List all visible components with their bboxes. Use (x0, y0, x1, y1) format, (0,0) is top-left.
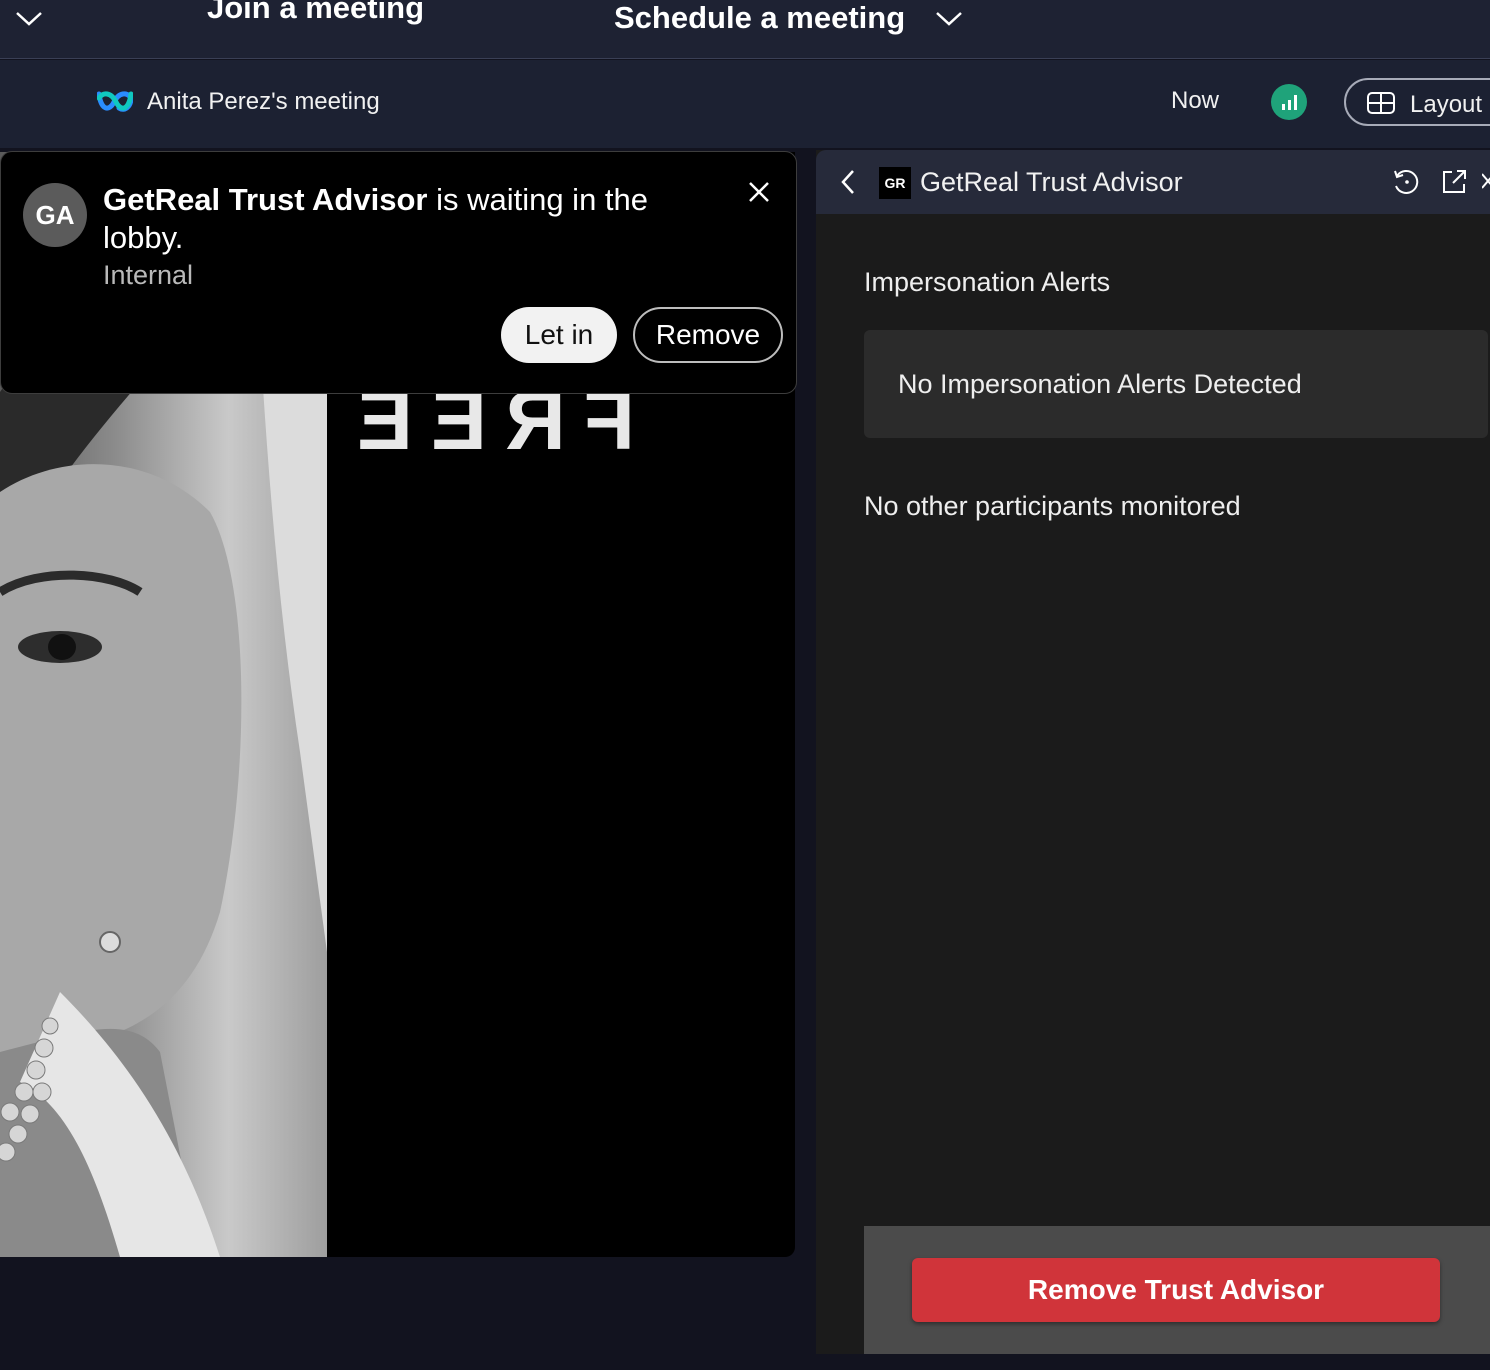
webex-logo-icon (97, 91, 133, 112)
lobby-participant-type: Internal (103, 260, 194, 290)
participants-status-text: No other participants monitored (864, 491, 1241, 521)
layout-grid-icon (1367, 92, 1395, 114)
meeting-title: Anita Perez's meeting (147, 88, 380, 115)
close-icon[interactable] (743, 176, 775, 208)
impersonation-alerts-heading: Impersonation Alerts (864, 267, 1111, 297)
lobby-notification: GA GetReal Trust Advisor is waiting in t… (0, 151, 797, 394)
remove-trust-advisor-button[interactable]: Remove Trust Advisor (912, 1258, 1440, 1322)
panel-header: GR GetReal Trust Advisor (816, 150, 1490, 214)
chevron-left-icon[interactable] (838, 167, 858, 197)
panel-footer: Remove Trust Advisor (864, 1226, 1490, 1354)
lobby-participant-name: GetReal Trust Advisor (103, 182, 428, 217)
meeting-header: Anita Perez's meeting Now Layout (0, 60, 1490, 148)
close-icon[interactable] (1482, 170, 1490, 194)
alerts-status-box: No Impersonation Alerts Detected (864, 330, 1488, 438)
trust-advisor-panel: GR GetReal Trust Advisor Impersonation A… (816, 150, 1490, 1354)
lobby-message: GetReal Trust Advisor is waiting in the … (103, 181, 723, 257)
popout-icon[interactable] (1439, 167, 1469, 197)
remove-button[interactable]: Remove (633, 307, 783, 363)
signal-strength-icon[interactable] (1271, 84, 1307, 120)
layout-button[interactable]: Layout (1344, 78, 1490, 126)
refresh-icon[interactable] (1391, 167, 1421, 197)
layout-label: Layout (1410, 91, 1483, 118)
let-in-button[interactable]: Let in (501, 307, 617, 363)
meeting-time-label: Now (1171, 87, 1220, 114)
top-strip: Join a meeting Schedule a meeting (0, 0, 1490, 59)
avatar: GA (23, 183, 87, 247)
chevron-down-icon[interactable] (934, 8, 964, 28)
panel-title: GetReal Trust Advisor (920, 167, 1183, 197)
join-meeting-title[interactable]: Join a meeting (207, 0, 424, 26)
alerts-status-text: No Impersonation Alerts Detected (898, 369, 1302, 399)
chevron-down-icon[interactable] (14, 8, 44, 28)
schedule-meeting-title[interactable]: Schedule a meeting (614, 0, 905, 36)
app-logo: GR (879, 167, 911, 199)
